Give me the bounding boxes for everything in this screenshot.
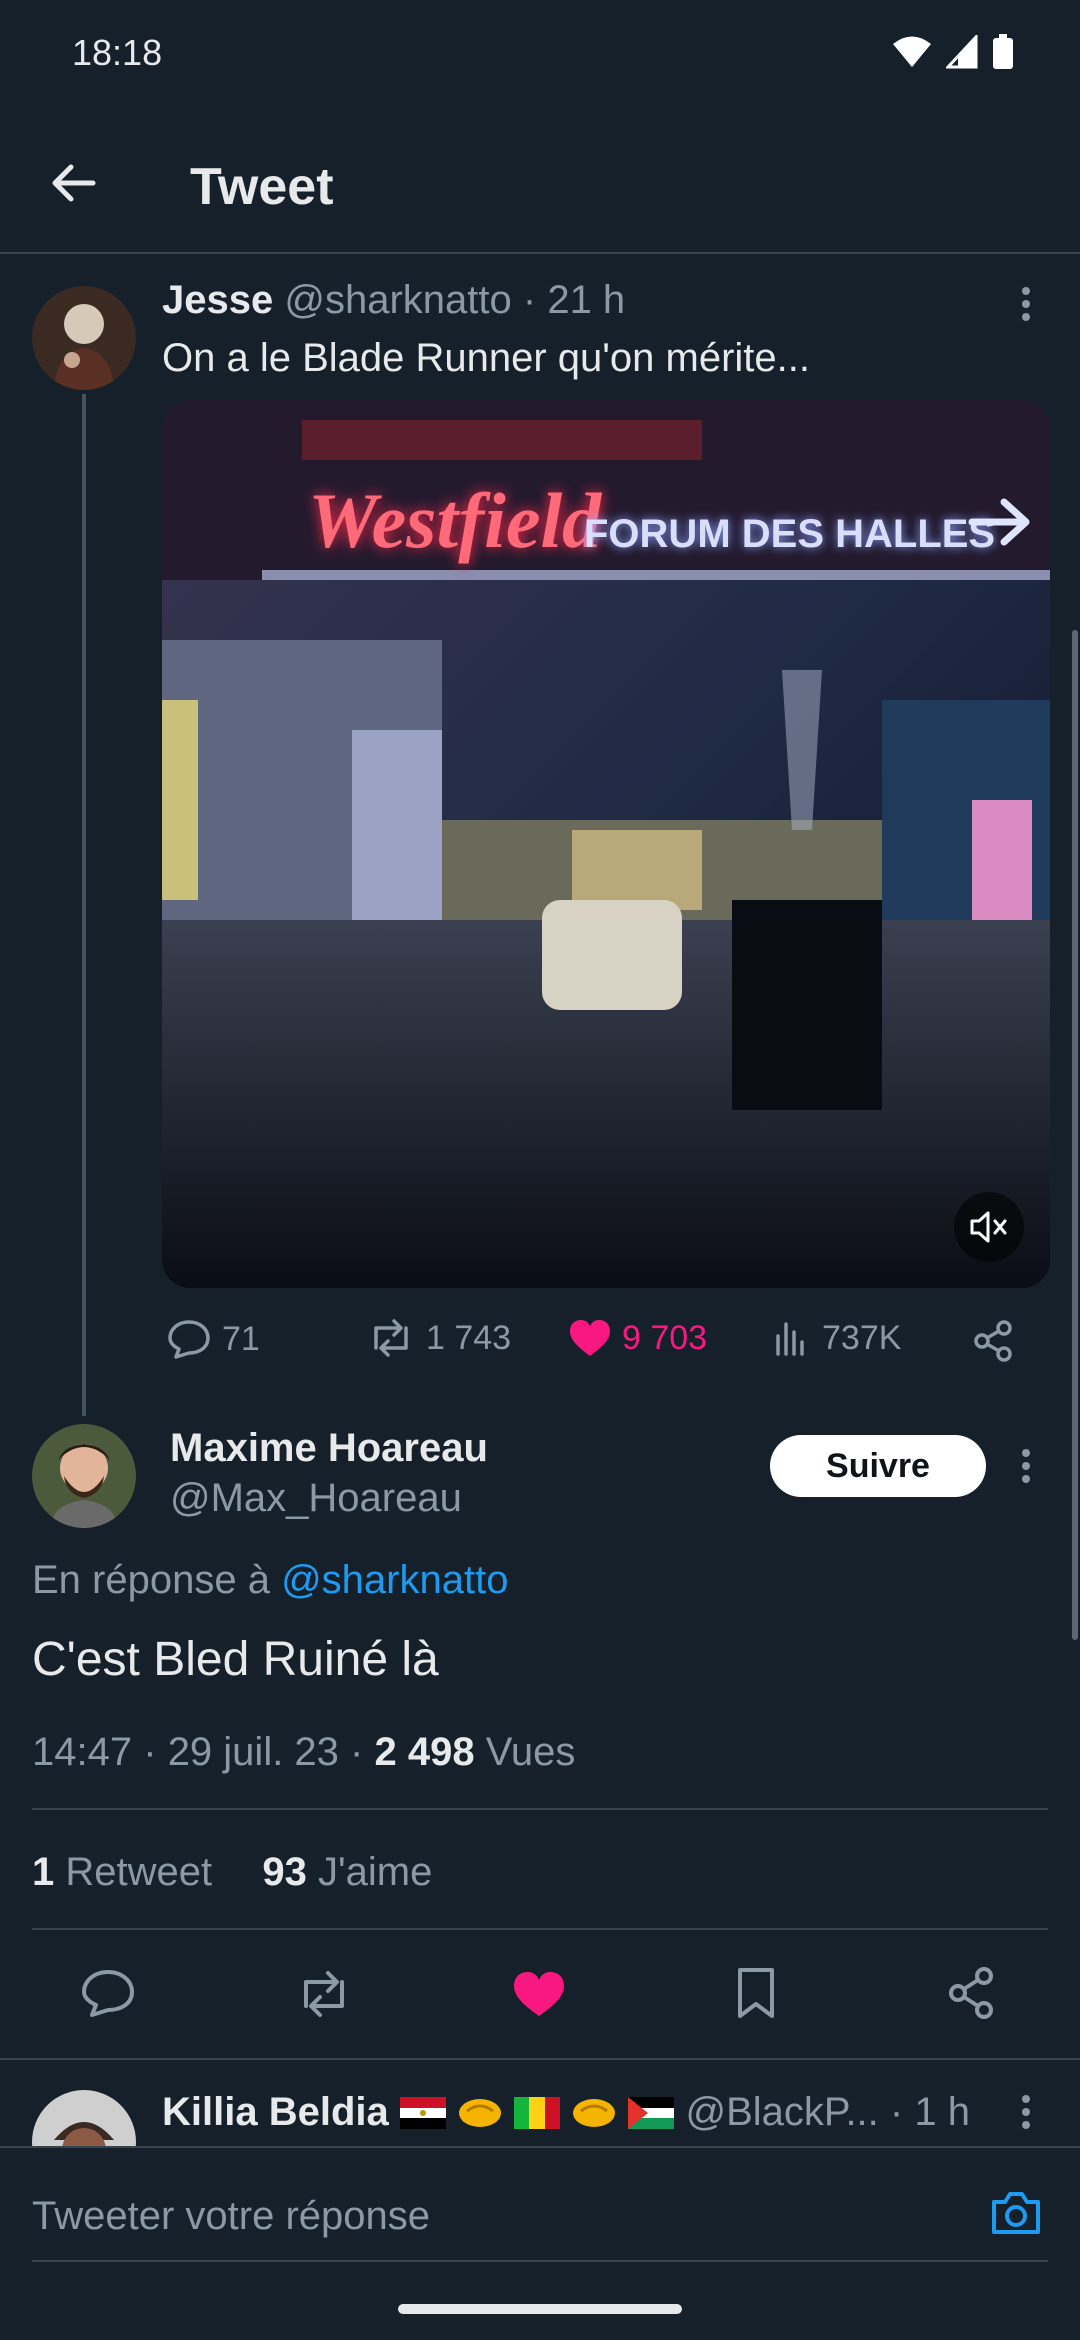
like-stat-count: 93 [262,1850,307,1894]
bookmark-button[interactable] [736,1966,776,2020]
status-time: 18:18 [72,32,163,73]
share-button[interactable] [946,1966,996,2020]
more-options-button[interactable] [1006,2082,1046,2142]
tweet-header: Jesse @sharknatto · 21 h [162,278,625,323]
likes-stat[interactable]: 93 J'aime [262,1850,432,1894]
divider [0,2058,1080,2060]
reply-composer: Tweeter votre réponse [0,2146,1080,2340]
flag-mali-icon [514,2097,561,2129]
reply-header: Killia Beldia @BlackP... · 1 h [162,2090,970,2135]
tweet-text: C'est Bled Ruiné là [32,1633,439,1686]
status-icons [892,34,1014,70]
mute-button[interactable] [954,1192,1024,1262]
author-name[interactable]: Maxime Hoareau [170,1426,488,1471]
tweet-text: On a le Blade Runner qu'on mérite... [162,336,811,380]
tweet-timestamp: 14:47 · 29 juil. 23 · 2 498 Vues [32,1730,575,1775]
retweet-count: 1 743 [426,1318,512,1357]
share-button[interactable] [972,1320,1014,1362]
retweet-icon [366,1318,416,1358]
like-button[interactable] [512,1970,566,2018]
author-name[interactable]: Killia Beldia [162,2090,389,2134]
meta-separator: · [350,1730,364,1774]
tweet-date: 29 juil. 23 [167,1730,339,1774]
views-count: 2 498 [374,1730,475,1774]
media-sign-brand: Westfield [308,477,602,564]
home-indicator[interactable] [398,2304,682,2314]
tweet-video[interactable]: Westfield FORUM DES HALLES [162,400,1050,1288]
bar-chart-icon [772,1318,812,1358]
camera-button[interactable] [990,2190,1042,2236]
share-icon [972,1320,1014,1362]
like-stat-label: J'aime [318,1850,433,1894]
retweet-icon [294,1970,354,2018]
views-action[interactable]: 737K [772,1318,901,1358]
input-underline [32,2260,1048,2262]
divider [0,2146,1080,2148]
meta-separator: · [889,2090,904,2134]
share-icon [946,1966,996,2020]
back-button[interactable] [40,150,106,216]
reply-to-link[interactable]: @sharknatto [281,1558,508,1602]
reply-button[interactable] [80,1968,136,2018]
retweet-stat-label: Retweet [65,1850,213,1894]
author-handle[interactable]: @BlackP... [686,2090,879,2134]
follow-button[interactable]: Suivre [770,1435,986,1497]
arrow-left-icon [49,163,97,203]
meta-separator: · [522,278,537,322]
thread-line [82,394,86,1416]
handshake-icon [457,2095,503,2129]
engagement-stats: 1 Retweet 93 J'aime [32,1850,432,1895]
more-options-button[interactable] [1006,274,1046,334]
reply-age: 1 h [914,2090,970,2134]
author-handle[interactable]: @Max_Hoareau [170,1476,462,1521]
media-sign-location: FORUM DES HALLES [584,512,996,556]
tweet-age: 21 h [547,278,626,322]
flag-palestine-icon [628,2097,675,2129]
signal-icon [946,35,978,69]
arrow-right-icon [968,496,1034,548]
camera-icon [990,2190,1042,2236]
heart-filled-icon [568,1318,612,1358]
comment-icon [80,1968,136,2018]
header-divider [0,252,1080,254]
flag-egypt-icon [399,2097,446,2129]
reply-count: 71 [222,1319,260,1358]
wifi-icon [892,35,932,69]
retweets-stat[interactable]: 1 Retweet [32,1850,223,1894]
author-handle[interactable]: @sharknatto [284,278,511,322]
reply-context: En réponse à @sharknatto [32,1558,508,1603]
page-title: Tweet [190,158,334,216]
more-vertical-icon [1021,286,1031,322]
like-count: 9 703 [622,1318,708,1357]
more-vertical-icon [1021,1448,1031,1484]
retweet-action[interactable]: 1 743 [366,1318,511,1358]
bookmark-icon [736,1966,776,2020]
retweet-stat-count: 1 [32,1850,55,1894]
divider [32,1928,1048,1930]
reply-action[interactable]: 71 [166,1318,260,1360]
author-name[interactable]: Jesse [162,278,273,322]
reply-prefix: En réponse à [32,1558,270,1602]
divider [32,1808,1048,1810]
scrollbar[interactable] [1072,630,1078,1640]
more-options-button[interactable] [1006,1436,1046,1496]
handshake-icon [571,2095,617,2129]
avatar[interactable] [32,286,136,390]
battery-icon [992,34,1014,70]
tweet-time: 14:47 [32,1730,133,1774]
retweet-button[interactable] [294,1970,354,2018]
like-action[interactable]: 9 703 [568,1318,707,1358]
reply-input[interactable]: Tweeter votre réponse [32,2194,430,2239]
view-count: 737K [822,1318,902,1357]
heart-filled-icon [512,1970,566,2018]
comment-icon [166,1318,212,1360]
meta-separator: · [143,1730,157,1774]
views-label: Vues [485,1730,576,1774]
more-vertical-icon [1021,2094,1031,2130]
volume-muted-icon [969,1210,1009,1244]
avatar[interactable] [32,1424,136,1528]
top-app-bar [0,108,1080,252]
